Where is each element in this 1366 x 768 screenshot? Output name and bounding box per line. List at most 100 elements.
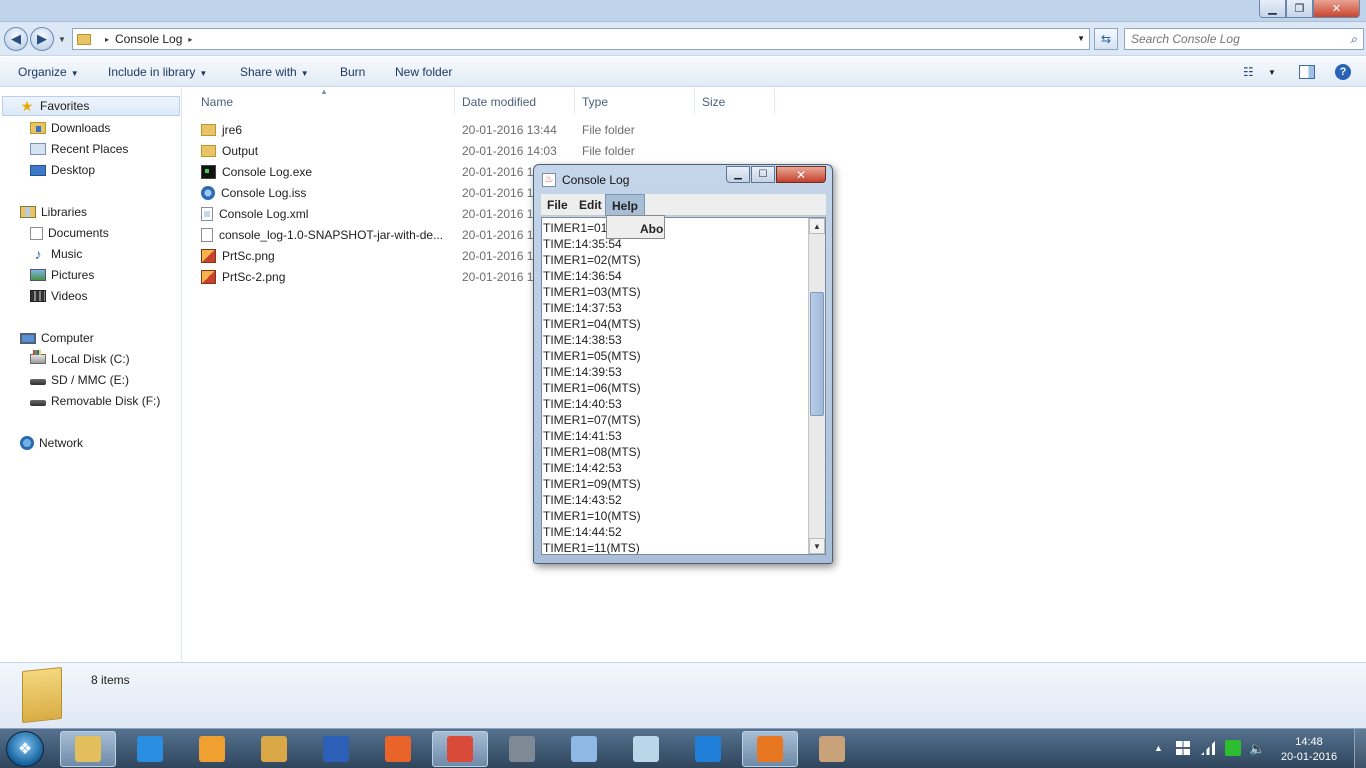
organize-button[interactable]: Organize ▼ [18,65,79,79]
search-icon[interactable]: ⌕ [1350,32,1357,47]
console-line: TIMER1=06(MTS) [543,381,641,395]
address-bar-row: ◀ ▶ ▼ ▸ Console Log ▸ ▼ ⇆ ⌕ [0,22,1366,56]
chevron-down-icon: ▼ [300,69,309,78]
column-header-type[interactable]: Type [576,88,695,114]
console-line: TIMER1=07(MTS) [543,413,641,427]
vertical-scrollbar[interactable]: ▲ ▼ [808,218,825,554]
column-header-date-modified[interactable]: Date modified [456,88,575,114]
media-player-taskbar-button[interactable] [184,731,240,767]
breadcrumb-console-log[interactable]: Console Log [115,32,182,46]
recent-pages-dropdown[interactable]: ▼ [58,35,66,44]
search-input[interactable] [1131,32,1331,46]
share-with-button[interactable]: Share with ▼ [240,65,309,79]
firefox-taskbar-button[interactable] [370,731,426,767]
word-taskbar-button[interactable] [308,731,364,767]
ie-taskbar-button[interactable] [122,731,178,767]
help-icon[interactable]: ? [1335,64,1351,80]
nav-item-sd-mmc[interactable]: SD / MMC (E:) [30,373,129,387]
forward-button[interactable]: ▶ [30,27,54,51]
teamviewer-taskbar-button[interactable] [680,731,736,767]
column-header-label: Type [582,95,609,109]
nav-item-network[interactable]: Network [20,436,83,450]
notes-taskbar-button[interactable] [618,731,674,767]
nav-item-removable-disk[interactable]: Removable Disk (F:) [30,394,160,408]
java-taskbar-button[interactable] [742,731,798,767]
scrollbar-thumb[interactable] [810,291,824,417]
address-dropdown-icon[interactable]: ▼ [1077,34,1085,43]
console-line: TIME:14:35:54 [543,237,622,251]
menu-file[interactable]: File [541,194,574,216]
scroll-down-icon[interactable]: ▼ [809,538,825,554]
column-header-label: Name [201,95,234,109]
nav-label: Desktop [51,163,96,177]
laptop-settings-icon [509,736,535,762]
breadcrumb-chevron-icon[interactable]: ▸ [188,35,192,44]
nav-item-recent-places[interactable]: Recent Places [30,142,128,156]
nav-label: Removable Disk (F:) [51,394,161,408]
chrome-taskbar-button[interactable] [432,731,488,767]
console-line: TIME:14:43:52 [543,493,622,507]
network-signal-icon[interactable] [1201,741,1215,755]
console-line: TIMER1=09(MTS) [543,477,641,491]
items-count: 8 items [91,673,130,687]
menu-edit[interactable]: Edit [573,194,608,216]
nav-item-local-disk[interactable]: Local Disk (C:) [30,350,130,366]
start-button[interactable]: ❖ [6,731,44,767]
nav-item-pictures[interactable]: Pictures [30,268,94,282]
menu-help[interactable]: Help [605,194,646,216]
paint-taskbar-button[interactable] [804,731,860,767]
nav-item-computer[interactable]: Computer [20,331,94,345]
close-button[interactable]: ✕ [776,166,826,183]
explorer-taskbar-button[interactable] [60,731,116,767]
column-header-size[interactable]: Size [696,88,775,114]
settings-taskbar-button[interactable] [494,731,550,767]
chevron-down-icon: ▼ [199,69,208,78]
scroll-up-icon[interactable]: ▲ [809,218,825,234]
maximize-button[interactable]: ☐ [751,166,775,183]
new-folder-button[interactable]: New folder [395,65,452,79]
nav-item-documents[interactable]: Documents [30,226,109,240]
nav-item-libraries[interactable]: Libraries [20,205,87,219]
removable-drive-icon [30,400,46,406]
tray-app-icon[interactable] [1225,740,1241,756]
nav-item-favorites[interactable]: ★ Favorites [2,96,180,116]
view-options-dropdown[interactable]: ▼ [1268,68,1276,77]
back-button[interactable]: ◀ [4,27,28,51]
show-hidden-icons-icon[interactable]: ▲ [1154,743,1163,753]
minimize-button[interactable]: ▁ [726,166,750,183]
address-field[interactable]: ▸ Console Log ▸ ▼ [72,28,1090,50]
breadcrumb-chevron-icon[interactable]: ▸ [105,35,109,44]
maximize-button[interactable]: ❐ [1286,0,1313,18]
folder-icon [22,666,62,724]
desktop-icon [30,164,46,176]
change-view-icon[interactable]: ☷ [1243,65,1254,79]
include-in-library-button[interactable]: Include in library ▼ [108,65,207,79]
refresh-button[interactable]: ⇆ [1094,28,1118,50]
preview-pane-icon[interactable] [1299,65,1315,79]
file-row[interactable]: jre6 20-01-2016 13:44 File folder [183,119,783,140]
minimize-button[interactable]: ▁ [1259,0,1286,18]
close-button[interactable]: ✕ [1313,0,1360,18]
clock-time: 14:48 [1295,736,1323,748]
nav-item-downloads[interactable]: Downloads [30,121,110,135]
console-line: TIME:14:36:54 [543,269,622,283]
nav-item-videos[interactable]: Videos [30,289,87,303]
volume-icon[interactable]: 🔈 [1249,741,1265,757]
file-name: Console Log.xml [219,207,309,221]
show-desktop-button[interactable] [1354,729,1366,768]
action-center-flag-icon[interactable] [1176,741,1190,755]
nav-item-desktop[interactable]: Desktop [30,163,95,177]
column-header-name[interactable]: ▲ Name [183,87,455,114]
file-row[interactable]: Output 20-01-2016 14:03 File folder [183,140,783,161]
search-box[interactable]: ⌕ [1124,28,1364,50]
console-line: TIME:14:39:53 [543,365,622,379]
file-type: File folder [582,123,635,137]
photo-viewer-taskbar-button[interactable] [246,731,302,767]
burn-button[interactable]: Burn [340,65,365,79]
console-output[interactable]: TIMER1=01 TIME:14:35:54 TIMER1=02(MTS) TIME… [541,217,826,555]
virtualbox-taskbar-button[interactable] [556,731,612,767]
system-clock[interactable]: 14:48 20-01-2016 [1278,735,1340,765]
nav-item-music[interactable]: ♪ Music [30,247,83,261]
file-name: PrtSc.png [222,249,275,263]
menu-item-about[interactable]: About [640,222,664,236]
